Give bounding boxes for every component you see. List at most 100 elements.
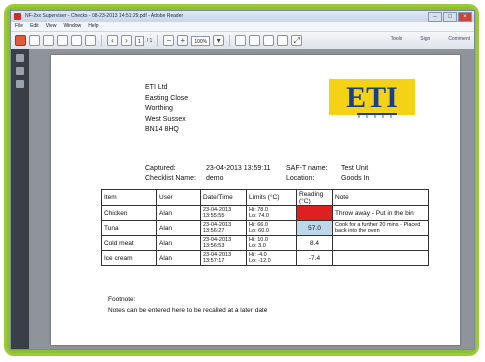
header-user: User [156,189,201,206]
attachment-icon[interactable] [16,80,24,88]
lock-icon[interactable] [16,54,24,62]
header-reading: Reading (°C) [296,189,333,206]
readings-table: Item User Date/Time Limits (°C) Reading … [101,189,429,266]
open-icon[interactable] [29,35,40,46]
saft-label: SAF-T name: [286,165,328,172]
toolbar-right-links: Tools Sign Comment [391,36,470,42]
cell-note-text: Cook for a further 20 mins - Placed back… [335,222,421,234]
reader-window: NF-2xx Superviser - Checks - 08-23-2013 … [10,10,475,350]
page-number-field[interactable]: 1 [135,35,144,46]
window-controls: – □ × [428,12,472,22]
save-icon[interactable] [57,35,68,46]
zoom-in-icon[interactable]: + [177,35,189,46]
zoom-dropdown-icon[interactable]: ▾ [213,35,225,46]
email-icon[interactable] [85,35,96,46]
menu-bar: File Edit View Window Help [11,22,474,32]
address-line: BN14 8HQ [145,126,179,133]
cell-time: 13:56:53 [203,243,225,249]
cell-user: Alan [156,235,201,251]
table-row: Chicken Alan 23-04-2013 13:55:55 Hi: 78.0… [101,205,429,221]
create-pdf-icon[interactable] [15,35,26,46]
toolbar-divider [101,34,102,47]
toolbar-divider [157,34,159,47]
location-value: Goods In [341,175,370,182]
close-button[interactable]: × [458,12,472,22]
pdf-page: ETI Ltd Easting Close Worthing West Suss… [51,55,460,345]
menu-file[interactable]: File [15,22,23,31]
expand-icon[interactable]: ⤢ [291,35,303,46]
header-limits: Limits (°C) [246,189,297,206]
cell-item: Chicken [101,205,157,221]
cell-time: 13:57:17 [203,258,225,264]
address-line: ETI Ltd [145,84,168,91]
edit-icon[interactable] [43,35,54,46]
eti-logo: ETI [329,79,415,118]
pages-icon[interactable] [16,67,24,75]
app-icon [14,13,21,20]
table-row: Tuna Alan 23-04-2013 13:56:27 Hi: 66.0 Lo:… [101,220,429,236]
navigation-pane [11,49,29,349]
cell-item: Cold meat [101,235,157,251]
cell-item: Tuna [101,220,157,236]
cell-datetime: 23-04-2013 13:55:55 [200,205,247,221]
cell-time: 13:56:27 [203,228,225,234]
sign-link[interactable]: Sign [420,36,430,42]
comment-link[interactable]: Comment [448,36,470,42]
cell-limits: Hi: -4.0 Lo: -12.0 [246,250,297,266]
cell-datetime: 23-04-2013 13:57:17 [200,250,247,266]
table-header-row: Item User Date/Time Limits (°C) Reading … [101,189,429,206]
cell-note [332,250,429,266]
fit-page-icon[interactable] [235,35,247,46]
checklist-value: demo [206,175,224,182]
captured-value: 23-04-2013 13:59:11 [206,165,271,172]
cell-reading-warning: 57.0 [296,220,333,236]
footnote-label: Footnote: [108,296,136,303]
zoom-field[interactable]: 100% [191,35,211,46]
company-address: ETI Ltd Easting Close Worthing West Suss… [145,83,188,136]
minimize-button[interactable]: – [428,12,442,22]
document-viewer[interactable]: ETI Ltd Easting Close Worthing West Suss… [29,49,474,349]
address-line: Worthing [145,105,173,112]
cell-limits: Hi: 10.0 Lo: 3.0 [246,235,297,251]
table-row: Ice cream Alan 23-04-2013 13:57:17 Hi: -4… [101,250,429,266]
cell-reading: 8.4 [296,235,333,251]
cell-limits: Hi: 66.0 Lo: 60.0 [246,220,297,236]
header-item: Item [101,189,157,206]
zoom-out-icon[interactable]: − [163,35,175,46]
cell-reading-alarm: 33.5 [296,205,333,221]
window-title: NF-2xx Superviser - Checks - 08-23-2013 … [25,13,184,19]
title-bar[interactable]: NF-2xx Superviser - Checks - 08-23-2013 … [11,11,474,22]
cell-reading: -7.4 [296,250,333,266]
header-datetime: Date/Time [200,189,247,206]
cell-note: Throw away - Put in the bin [332,205,429,221]
tools-link[interactable]: Tools [391,36,403,42]
highlight-icon[interactable] [277,35,289,46]
fit-width-icon[interactable] [249,35,261,46]
toolbar-divider [229,34,231,47]
page-total: / 1 [146,37,153,44]
cell-datetime: 23-04-2013 13:56:27 [200,220,247,236]
maximize-button[interactable]: □ [443,12,457,22]
toolbar: ‹ › 1 / 1 − + 100% ▾ ⤢ Tools Sign Commen… [11,32,474,50]
checklist-label: Checklist Name: [145,175,196,182]
cell-lo: Lo: -12.0 [249,258,271,264]
comment-icon[interactable] [263,35,275,46]
cell-lo: Lo: 74.0 [249,213,269,219]
cell-note: Cook for a further 20 mins - Placed back… [332,220,429,236]
menu-view[interactable]: View [46,22,57,31]
footnote-text: Notes can be entered here to be recalled… [108,307,268,314]
table-row: Cold meat Alan 23-04-2013 13:56:53 Hi: 10… [101,235,429,251]
cell-user: Alan [156,220,201,236]
next-page-icon[interactable]: › [121,35,132,46]
cell-note [332,235,429,251]
menu-help[interactable]: Help [88,22,98,31]
address-line: West Sussex [145,115,186,123]
cell-lo: Lo: 3.0 [249,243,266,249]
logo-text: ETI [346,81,398,114]
cell-time: 13:55:55 [203,213,225,219]
prev-page-icon[interactable]: ‹ [107,35,118,46]
captured-label: Captured: [145,165,176,172]
print-icon[interactable] [71,35,82,46]
menu-edit[interactable]: Edit [30,22,39,31]
menu-window[interactable]: Window [63,22,81,31]
